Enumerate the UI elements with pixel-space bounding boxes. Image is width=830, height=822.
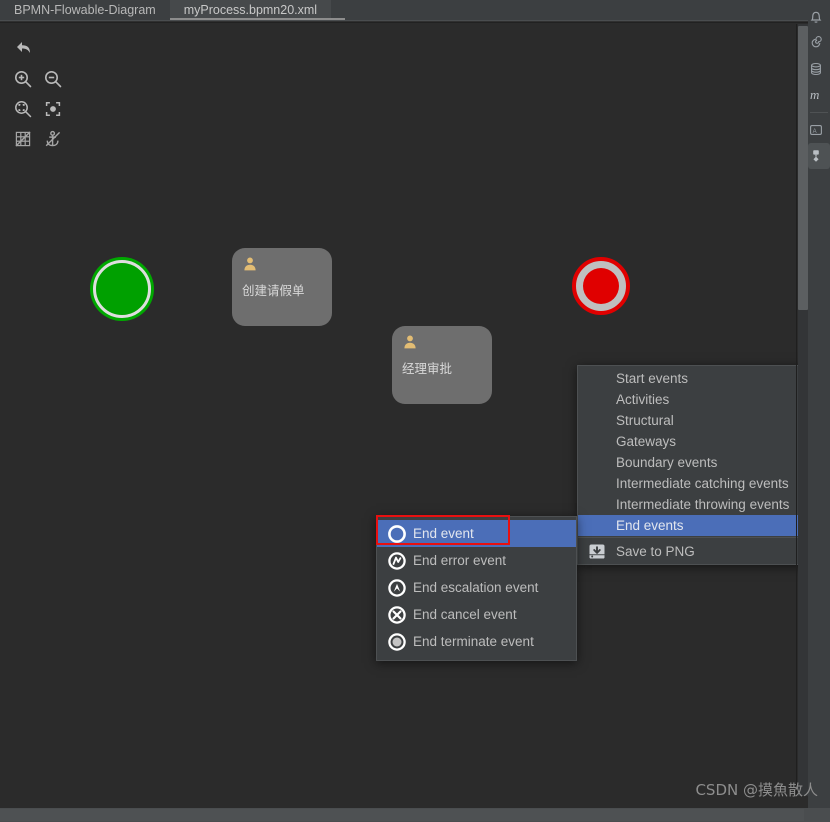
user-task-icon xyxy=(404,335,416,349)
menu-item-label: Structural xyxy=(616,413,674,428)
task-label: 创建请假单 xyxy=(242,283,305,298)
menu-item-label: End events xyxy=(616,518,684,533)
task-label: 经理审批 xyxy=(402,361,453,376)
submenu-item-label: End cancel event xyxy=(413,607,517,622)
end-terminate-event-icon xyxy=(387,632,407,652)
submenu-item-end-cancel-event[interactable]: End cancel event xyxy=(377,601,576,628)
horizontal-scrollbar-track[interactable] xyxy=(0,808,830,822)
context-menu: Start events › Activities › Structural ›… xyxy=(577,365,830,565)
menu-item-label: Activities xyxy=(616,392,670,407)
editor-window: BPMN-Flowable-Diagram myProcess.bpmn20.x… xyxy=(0,0,830,822)
menu-item-intermediate-throwing-events[interactable]: Intermediate throwing events › xyxy=(578,494,829,515)
menu-item-end-events[interactable]: End events › xyxy=(578,515,829,536)
ascii-icon[interactable]: A xyxy=(808,117,830,143)
menu-item-label: Save to PNG xyxy=(616,544,695,559)
vertical-scrollbar-thumb[interactable] xyxy=(798,26,808,310)
structure-icon[interactable] xyxy=(808,143,830,169)
end-cancel-event-icon xyxy=(387,605,407,625)
user-task-icon xyxy=(244,257,256,271)
horizontal-scrollbar-thumb[interactable] xyxy=(0,809,804,821)
end-escalation-event-icon xyxy=(387,578,407,598)
menu-item-label: Gateways xyxy=(616,434,677,449)
end-events-submenu: End event End error event End escalation… xyxy=(376,516,577,661)
end-event-shape[interactable] xyxy=(572,257,630,315)
tab-bar-divider xyxy=(0,20,830,23)
menu-item-label: Intermediate catching events xyxy=(616,476,789,491)
database-icon[interactable] xyxy=(808,56,830,82)
submenu-item-end-event[interactable]: End event xyxy=(377,520,576,547)
bell-icon[interactable] xyxy=(808,4,830,30)
menu-item-label: Intermediate throwing events xyxy=(616,497,790,512)
maven-icon[interactable]: m xyxy=(808,82,830,108)
zoom-in-icon[interactable] xyxy=(8,64,38,94)
save-disk-icon xyxy=(586,543,608,561)
end-event-icon xyxy=(387,524,407,544)
start-event-shape[interactable] xyxy=(93,260,151,318)
task-shape-create-leave-request[interactable]: 创建请假单 xyxy=(232,248,332,326)
submenu-item-label: End event xyxy=(413,526,474,541)
svg-text:m: m xyxy=(810,87,819,102)
editor-tab-bar: BPMN-Flowable-Diagram myProcess.bpmn20.x… xyxy=(0,0,830,20)
svg-text:A: A xyxy=(813,129,817,135)
submenu-item-end-terminate-event[interactable]: End terminate event xyxy=(377,628,576,655)
submenu-item-label: End error event xyxy=(413,553,507,568)
anchor-off-icon[interactable] xyxy=(38,124,68,154)
menu-item-gateways[interactable]: Gateways › xyxy=(578,431,829,452)
zoom-actual-icon[interactable] xyxy=(38,94,68,124)
menu-item-boundary-events[interactable]: Boundary events › xyxy=(578,452,829,473)
submenu-item-label: End terminate event xyxy=(413,634,534,649)
sidebar-divider xyxy=(810,112,828,113)
watermark-text: CSDN @摸魚散人 xyxy=(695,781,818,799)
tab-bpmn-flowable-diagram[interactable]: BPMN-Flowable-Diagram xyxy=(0,0,170,20)
menu-item-structural[interactable]: Structural › xyxy=(578,410,829,431)
diagram-toolbar xyxy=(8,34,68,154)
end-error-event-icon xyxy=(387,551,407,571)
grid-off-icon[interactable] xyxy=(8,124,38,154)
menu-item-activities[interactable]: Activities › xyxy=(578,389,829,410)
menu-item-label: Start events xyxy=(616,371,689,386)
undo-icon[interactable] xyxy=(8,34,38,64)
spiral-icon[interactable] xyxy=(808,30,830,56)
submenu-item-end-error-event[interactable]: End error event xyxy=(377,547,576,574)
right-tool-sidebar: m A xyxy=(808,0,830,808)
zoom-fit-icon[interactable] xyxy=(8,94,38,124)
zoom-out-icon[interactable] xyxy=(38,64,68,94)
tab-label: myProcess.bpmn20.xml xyxy=(183,3,318,17)
tab-myprocess-bpmn20-xml[interactable]: myProcess.bpmn20.xml xyxy=(169,0,332,20)
canvas-right-divider xyxy=(796,24,797,796)
menu-item-start-events[interactable]: Start events › xyxy=(578,368,829,389)
task-shape-manager-approval[interactable]: 经理审批 xyxy=(392,326,492,404)
menu-item-save-to-png[interactable]: Save to PNG xyxy=(578,539,829,564)
menu-item-label: Boundary events xyxy=(616,455,718,470)
menu-item-intermediate-catching-events[interactable]: Intermediate catching events › xyxy=(578,473,829,494)
end-event-inner xyxy=(583,268,619,304)
menu-divider xyxy=(578,537,829,538)
submenu-item-end-escalation-event[interactable]: End escalation event xyxy=(377,574,576,601)
submenu-item-label: End escalation event xyxy=(413,580,539,595)
tab-label: BPMN-Flowable-Diagram xyxy=(14,3,156,17)
